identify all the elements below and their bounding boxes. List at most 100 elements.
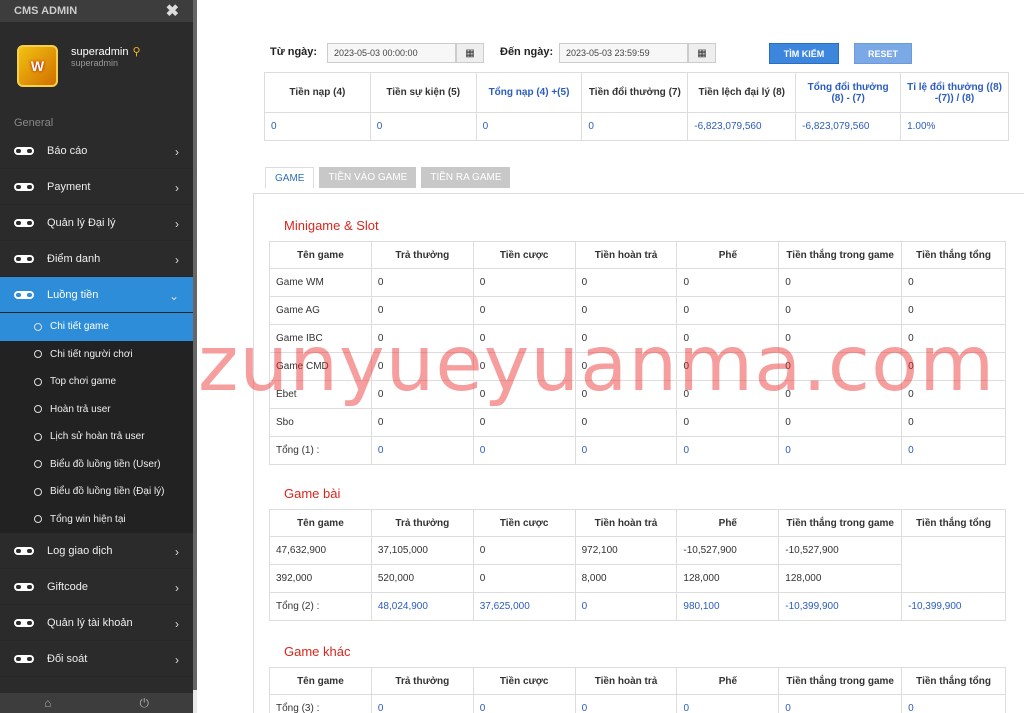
table-cell-empty	[901, 536, 1006, 593]
summary-value[interactable]: -6,823,079,560	[795, 112, 902, 141]
column-header: Tiền thắng trong game	[778, 667, 903, 695]
summary-header: Tiền sự kiện (5)	[369, 72, 477, 113]
user-name: superadmin	[71, 46, 129, 58]
summary-header[interactable]: Tổng nạp (4) +(5)	[475, 72, 583, 113]
from-date-input[interactable]: 2023-05-03 00:00:00	[327, 43, 456, 63]
summary-value[interactable]: 1.00%	[900, 112, 1009, 141]
summary-header[interactable]: Tổng đổi thưởng (8) - (7)	[795, 72, 902, 113]
sidebar-menu: Báo cáo › Payment › Quản lý Đại lý › Điểm d…	[0, 133, 193, 677]
tab-tien-ra-game[interactable]: TIỀN RA GAME	[421, 167, 511, 188]
sidebar-item-luong-tien[interactable]: Luồng tiền ⌄	[0, 277, 193, 313]
summary-value[interactable]: -6,823,079,560	[687, 112, 797, 141]
calendar-icon[interactable]: ▦	[688, 43, 716, 63]
submenu-item-top-choi-game[interactable]: Top chơi game	[0, 368, 193, 396]
column-header: Trả thưởng	[370, 667, 474, 695]
summary-header: Tiền nạp (4)	[264, 72, 371, 113]
table-cell: 0	[901, 324, 1006, 353]
summary-header[interactable]: Tỉ lệ đổi thưởng ((8) -(7)) / (8)	[900, 72, 1009, 113]
table-row: Game WM 0 0 0 0 0 0	[269, 268, 1006, 297]
main-content: Từ ngày: 2023-05-03 00:00:00 ▦ Đến ngày:…	[197, 0, 1024, 713]
summary-value-row: 0 0 0 0 -6,823,079,560 -6,823,079,560 1.…	[264, 112, 1009, 141]
sidebar-item-label: Giftcode	[47, 580, 88, 593]
summary-value[interactable]: 0	[581, 112, 689, 141]
submenu-item-label: Hoàn trả user	[50, 403, 111, 415]
close-icon[interactable]: ✖	[166, 1, 179, 21]
to-date-input[interactable]: 2023-05-03 23:59:59	[559, 43, 688, 63]
search-button[interactable]: TÌM KIẾM	[769, 43, 839, 64]
sidebar-item-quan-ly-tai-khoan[interactable]: Quản lý tài khoản ›	[0, 605, 193, 641]
sidebar-item-log-giao-dich[interactable]: Log giao dịch ›	[0, 533, 193, 569]
submenu-item-tong-win[interactable]: Tổng win hiện tại	[0, 506, 193, 534]
chevron-right-icon: ›	[175, 145, 179, 159]
table-cell: 0	[472, 296, 576, 325]
sidebar-item-doi-soat[interactable]: Đối soát ›	[0, 641, 193, 677]
table-cell: Game CMD	[269, 352, 372, 381]
table-cell: Game AG	[269, 296, 372, 325]
sidebar-item-diem-danh[interactable]: Điểm danh ›	[0, 241, 193, 277]
sidebar-item-bao-cao[interactable]: Báo cáo ›	[0, 133, 193, 169]
table-cell: 0	[676, 352, 780, 381]
tab-tien-vao-game[interactable]: TIỀN VÀO GAME	[319, 167, 417, 188]
table-cell: 0	[472, 352, 576, 381]
minigame-table: Tên game Trả thưởng Tiền cược Tiền hoàn trả…	[269, 241, 1006, 465]
menu-section-label: General	[14, 117, 54, 129]
chevron-right-icon: ›	[175, 545, 179, 559]
table-cell: 0	[574, 592, 678, 621]
total-row: Tổng (3) :000000	[269, 694, 1006, 713]
submenu-item-bieu-do-user[interactable]: Biểu đồ luồng tiền (User)	[0, 451, 193, 479]
table-cell: 0	[370, 380, 474, 409]
sidebar-item-label: Báo cáo	[47, 144, 88, 157]
table-cell: 8,000	[574, 564, 678, 593]
reset-button[interactable]: RESET	[854, 43, 912, 64]
table-cell: 0	[778, 352, 903, 381]
table-cell: 0	[472, 564, 576, 593]
tab-bar: GAME TIỀN VÀO GAME TIỀN RA GAME	[265, 167, 515, 188]
table-cell: 47,632,900	[269, 536, 372, 565]
table-cell: Ebet	[269, 380, 372, 409]
submenu-item-chi-tiet-nguoi-choi[interactable]: Chi tiết người chơi	[0, 341, 193, 369]
power-icon[interactable]: ⏻	[139, 696, 149, 711]
table-cell: Game IBC	[269, 324, 372, 353]
link-icon	[14, 582, 34, 591]
table-cell: 0	[574, 324, 678, 353]
table-cell: Tổng (3) :	[269, 694, 372, 713]
summary-value[interactable]: 0	[475, 112, 583, 141]
submenu-item-hoan-tra-user[interactable]: Hoàn trả user	[0, 396, 193, 424]
from-date-label: Từ ngày:	[270, 46, 318, 58]
user-name-wrap: superadmin ⚲	[71, 45, 141, 58]
column-header: Tiền thắng tổng	[901, 241, 1006, 269]
summary-value[interactable]: 0	[369, 112, 477, 141]
summary-header-row: Tiền nạp (4) Tiền sự kiện (5) Tổng nạp (…	[264, 72, 1009, 113]
user-role: superadmin	[71, 58, 119, 68]
sidebar-item-giftcode[interactable]: Giftcode ›	[0, 569, 193, 605]
table-cell: 520,000	[370, 564, 474, 593]
link-icon	[14, 546, 34, 555]
table-cell: Tổng (2) :	[269, 592, 372, 621]
sidebar-item-quan-ly-dai-ly[interactable]: Quản lý Đại lý ›	[0, 205, 193, 241]
table-row: 47,632,900 37,105,000 0 972,100 -10,527,900-…	[269, 536, 1006, 593]
table-cell: 0	[370, 694, 474, 713]
table-cell: 0	[370, 408, 474, 437]
column-header: Tiền cược	[472, 509, 576, 537]
home-icon[interactable]: ⌂	[44, 696, 51, 710]
table-row: Sbo 0 0 0 0 0 0	[269, 408, 1006, 437]
summary-value[interactable]: 0	[264, 112, 371, 141]
table-cell: 0	[574, 352, 678, 381]
table-cell: -10,527,900	[778, 536, 903, 565]
table-cell: 0	[574, 436, 678, 465]
table-cell: 37,625,000	[472, 592, 576, 621]
circle-icon	[34, 350, 42, 359]
calendar-icon[interactable]: ▦	[456, 43, 484, 63]
table-cell: 37,105,000	[370, 536, 474, 565]
table-cell: Game WM	[269, 268, 372, 297]
submenu-item-chi-tiet-game[interactable]: Chi tiết game	[0, 313, 193, 341]
sidebar-item-payment[interactable]: Payment ›	[0, 169, 193, 205]
chevron-down-icon: ⌄	[168, 289, 179, 303]
tab-game[interactable]: GAME	[265, 167, 315, 188]
table-cell: 0	[676, 268, 780, 297]
submenu-item-bieu-do-dai-ly[interactable]: Biểu đồ luồng tiền (Đại lý)	[0, 478, 193, 506]
column-header: Tiền thắng trong game	[778, 509, 903, 537]
sidebar-footer: ⌂ ⏻	[0, 693, 193, 713]
link-icon	[14, 146, 34, 155]
submenu-item-lich-su-hoan-tra[interactable]: Lịch sử hoàn trả user	[0, 423, 193, 451]
